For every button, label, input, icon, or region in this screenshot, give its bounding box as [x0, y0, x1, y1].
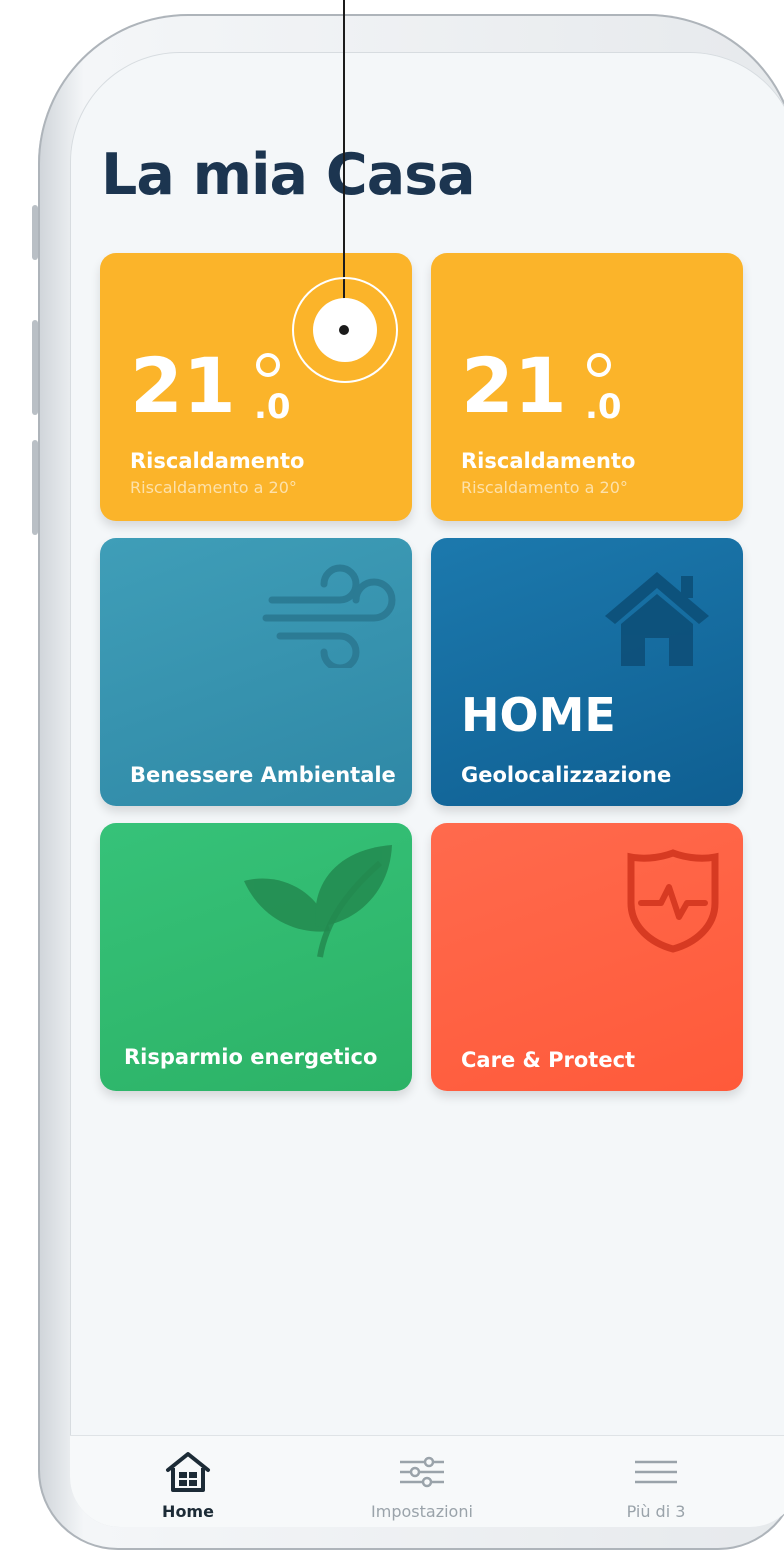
tile-subtitle: Riscaldamento a 20° [461, 478, 628, 497]
temperature-decimal: .0 [254, 387, 291, 427]
tab-label: Impostazioni [371, 1502, 473, 1521]
tile-riscaldamento-2[interactable]: 21 .0 Riscaldamento Riscaldamento a 20° [431, 253, 743, 521]
tile-care-protect[interactable]: Care & Protect [431, 823, 743, 1091]
phone-volume-up [32, 320, 38, 415]
temperature-decimal: .0 [585, 387, 622, 427]
degree-icon [256, 353, 280, 377]
tile-geolocalizzazione[interactable]: HOME Geolocalizzazione [431, 538, 743, 806]
tile-benessere-ambientale[interactable]: Benessere Ambientale [100, 538, 412, 806]
tile-title: Benessere Ambientale [130, 763, 396, 787]
tab-impostazioni[interactable]: Impostazioni [362, 1450, 482, 1521]
tab-label: Più di 3 [626, 1502, 686, 1521]
tab-piu-di-3[interactable]: Più di 3 [596, 1450, 716, 1521]
tile-title: Riscaldamento [461, 449, 636, 473]
touch-indicator-center [339, 325, 349, 335]
tile-title: Care & Protect [461, 1048, 636, 1072]
phone-mute-switch [32, 205, 38, 260]
tile-title: Risparmio energetico [124, 1045, 378, 1069]
phone-volume-down [32, 440, 38, 535]
page-title: La mia Casa [101, 142, 476, 208]
tab-home[interactable]: Home [128, 1450, 248, 1521]
house-icon [605, 572, 709, 666]
temperature-integer: 21 [130, 341, 236, 430]
shield-heartbeat-icon [627, 849, 719, 953]
tile-title: Riscaldamento [130, 449, 305, 473]
temperature-display: 21 .0 [461, 341, 622, 431]
home-icon [166, 1452, 210, 1492]
geolocation-status: HOME [461, 688, 616, 742]
temperature-integer: 21 [461, 341, 567, 430]
temperature-display: 21 .0 [130, 341, 291, 431]
screen: La mia Casa 21 .0 Riscaldamento Riscalda… [70, 52, 784, 1527]
tab-bar: Home Impostazioni Più di 3 [70, 1435, 784, 1527]
wind-icon [262, 564, 396, 668]
sliders-icon [400, 1456, 444, 1488]
tile-risparmio-energetico[interactable]: Risparmio energetico [100, 823, 412, 1091]
leaf-icon [244, 845, 392, 958]
tile-title: Geolocalizzazione [461, 763, 672, 787]
tile-subtitle: Riscaldamento a 20° [130, 478, 297, 497]
tab-label: Home [162, 1502, 214, 1521]
degree-icon [587, 353, 611, 377]
menu-icon [635, 1460, 677, 1484]
